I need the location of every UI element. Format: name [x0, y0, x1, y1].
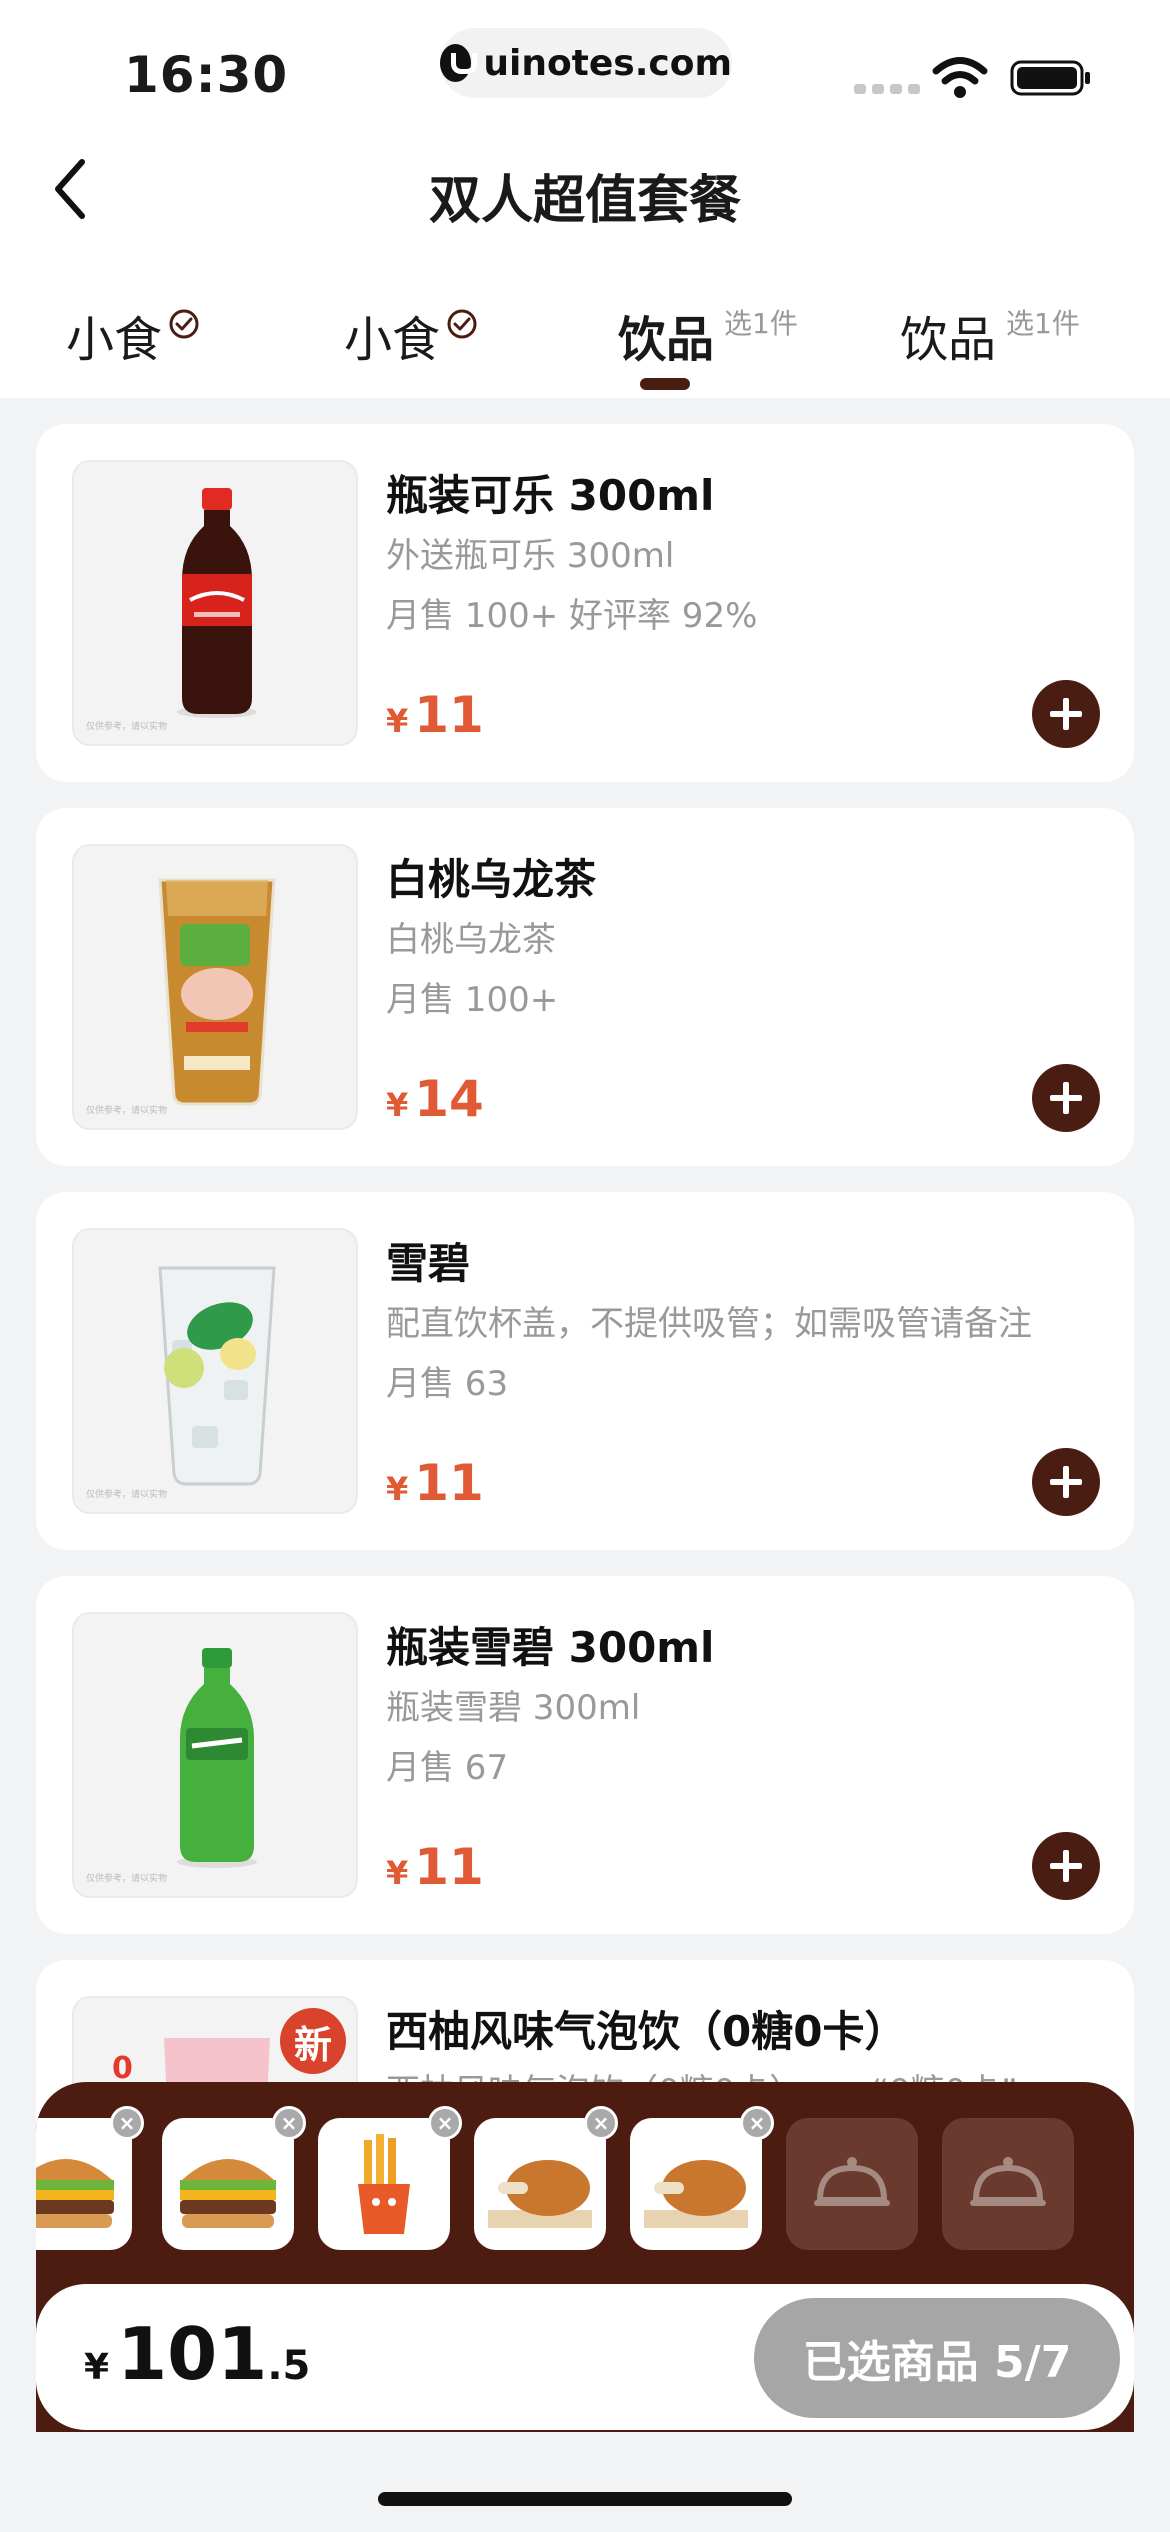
- food-cloche-icon: [814, 2157, 890, 2206]
- checkout-button[interactable]: 已选商品 5/7: [754, 2298, 1120, 2418]
- site-logo-icon: [440, 44, 478, 82]
- total-price: ¥ 101 .5: [84, 2312, 310, 2396]
- product-image: 仅供参考，请以实物: [72, 1612, 358, 1898]
- fries-image: [358, 2134, 410, 2234]
- peach-tea-cup-image: [158, 878, 276, 1106]
- burger-image: [180, 2159, 276, 2228]
- page-title: 双人超值套餐: [428, 171, 741, 231]
- currency-symbol: ¥: [386, 1086, 409, 1124]
- check-circle-icon: [169, 309, 199, 339]
- tab-drink-1[interactable]: 饮品 选1件: [618, 300, 798, 370]
- product-sales: 月售 100+ 好评率 92%: [386, 596, 758, 636]
- home-indicator: [378, 2492, 792, 2506]
- price-amount: 11: [414, 686, 484, 744]
- category-tabs: 小食 小食 饮品 选1件 饮品 选1件: [0, 250, 1170, 398]
- cellular-signal-icon: [854, 84, 920, 94]
- product-name: 瓶装雪碧 300ml: [386, 1623, 715, 1672]
- nav-bar: 双人超值套餐: [0, 130, 1170, 250]
- add-button[interactable]: [1032, 1832, 1100, 1900]
- tab-snack-1[interactable]: 小食: [66, 300, 200, 370]
- add-button[interactable]: [1032, 1448, 1100, 1516]
- product-card[interactable]: 仅供参考，请以实物 白桃乌龙茶 白桃乌龙茶 月售 100+ ¥ 14: [36, 808, 1134, 1166]
- cart-item-chicken-leg[interactable]: ×: [474, 2106, 618, 2250]
- cart-item-chicken-leg[interactable]: ×: [630, 2106, 774, 2250]
- tab-label: 小食: [344, 312, 441, 368]
- product-price: ¥ 11: [386, 1838, 484, 1896]
- cart-empty-slot[interactable]: [786, 2118, 918, 2250]
- cart-item-fries[interactable]: ×: [318, 2106, 462, 2250]
- remove-icon[interactable]: ×: [110, 2106, 144, 2140]
- chicken-leg-image: [644, 2160, 748, 2228]
- product-card[interactable]: 仅供参考，请以实物 瓶装雪碧 300ml 瓶装雪碧 300ml 月售 67 ¥ …: [36, 1576, 1134, 1934]
- product-image: 仅供参考，请以实物: [72, 460, 358, 746]
- currency-symbol: ¥: [386, 1470, 409, 1508]
- product-name: 雪碧: [386, 1239, 471, 1288]
- product-price: ¥ 11: [386, 1454, 484, 1512]
- food-cloche-icon: [970, 2157, 1046, 2206]
- product-desc: 外送瓶可乐 300ml: [386, 536, 675, 576]
- url-text: uinotes.com: [483, 42, 732, 84]
- cart-empty-slot[interactable]: [942, 2118, 1074, 2250]
- cart-item-burger[interactable]: ×: [36, 2106, 144, 2250]
- product-card[interactable]: 仅供参考，请以实物 瓶装可乐 300ml 外送瓶可乐 300ml 月售 100+…: [36, 424, 1134, 782]
- product-desc: 白桃乌龙茶: [386, 920, 556, 960]
- tab-label: 小食: [66, 312, 163, 368]
- thumb-note: 仅供参考，请以实物: [86, 1874, 168, 1885]
- product-image: 仅供参考，请以实物: [72, 1228, 358, 1514]
- battery-icon: [1010, 60, 1090, 96]
- tab-drink-2[interactable]: 饮品 选1件: [900, 300, 1080, 370]
- product-name: 西柚风味气泡饮（0糖0卡）: [386, 2007, 907, 2056]
- price-amount: 11: [414, 1454, 484, 1512]
- tab-label: 饮品: [900, 312, 997, 368]
- burger-image: [36, 2159, 114, 2228]
- total-decimal: .5: [267, 2343, 311, 2389]
- status-time: 16:30: [124, 46, 289, 104]
- product-sales: 月售 67: [386, 1748, 509, 1788]
- svg-text:0: 0: [112, 2051, 133, 2086]
- total-integer: 101: [117, 2312, 268, 2396]
- product-image: 仅供参考，请以实物: [72, 844, 358, 1130]
- cola-bottle-image: [177, 488, 257, 718]
- price-amount: 11: [414, 1838, 484, 1896]
- product-name: 瓶装可乐 300ml: [386, 471, 715, 520]
- add-button[interactable]: [1032, 680, 1100, 748]
- product-price: ¥ 14: [386, 1070, 484, 1128]
- product-sales: 月售 63: [386, 1364, 509, 1404]
- product-sales: 月售 100+: [386, 980, 559, 1020]
- currency-symbol: ¥: [84, 2347, 110, 2388]
- remove-icon[interactable]: ×: [740, 2106, 774, 2140]
- remove-icon[interactable]: ×: [584, 2106, 618, 2140]
- checkout-bar: ¥ 101 .5 已选商品 5/7: [36, 2284, 1134, 2430]
- tab-hint: 选1件: [724, 307, 798, 340]
- sprite-bottle-image: [177, 1648, 257, 1868]
- product-desc: 配直饮杯盖，不提供吸管；如需吸管请备注: [386, 1304, 1032, 1344]
- check-circle-icon: [447, 309, 477, 339]
- active-tab-indicator: [640, 378, 690, 390]
- currency-symbol: ¥: [386, 1854, 409, 1892]
- new-badge: 新: [280, 2008, 346, 2074]
- remove-icon[interactable]: ×: [428, 2106, 462, 2140]
- thumb-note: 仅供参考，请以实物: [86, 722, 168, 733]
- product-desc: 瓶装雪碧 300ml: [386, 1688, 641, 1728]
- product-price: ¥ 11: [386, 686, 484, 744]
- currency-symbol: ¥: [386, 702, 409, 740]
- cart-item-burger[interactable]: ×: [162, 2106, 306, 2250]
- thumb-note: 仅供参考，请以实物: [86, 1106, 168, 1117]
- product-name: 白桃乌龙茶: [386, 855, 597, 904]
- wifi-icon: [932, 57, 988, 98]
- tab-label: 饮品: [618, 312, 715, 368]
- tab-snack-2[interactable]: 小食: [344, 300, 478, 370]
- tab-hint: 选1件: [1006, 307, 1080, 340]
- product-card[interactable]: 仅供参考，请以实物 雪碧 配直饮杯盖，不提供吸管；如需吸管请备注 月售 63 ¥…: [36, 1192, 1134, 1550]
- chicken-leg-image: [488, 2160, 592, 2228]
- price-amount: 14: [414, 1070, 484, 1128]
- remove-icon[interactable]: ×: [272, 2106, 306, 2140]
- url-pill[interactable]: uinotes.com: [440, 28, 732, 98]
- status-bar: 16:30 uinotes.com: [0, 0, 1170, 130]
- sprite-cup-image: [158, 1266, 276, 1486]
- add-button[interactable]: [1032, 1064, 1100, 1132]
- thumb-note: 仅供参考，请以实物: [86, 1490, 168, 1501]
